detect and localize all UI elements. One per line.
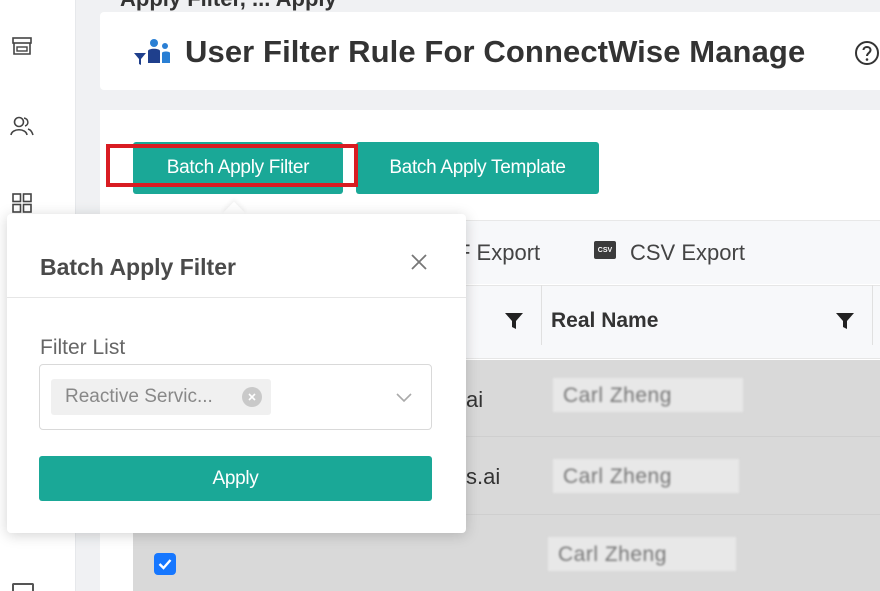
grid-icon[interactable] bbox=[10, 191, 34, 215]
table-cell-real-name: Carl Zheng bbox=[553, 459, 739, 493]
close-icon[interactable] bbox=[408, 251, 430, 273]
csv-export-button[interactable]: CSV Export bbox=[630, 240, 745, 266]
filter-list-label: Filter List bbox=[40, 336, 126, 359]
column-filter-icon[interactable] bbox=[504, 311, 524, 331]
table-cell-real-name: Carl Zheng bbox=[553, 378, 743, 412]
help-icon[interactable] bbox=[854, 40, 880, 66]
clipped-sidebar-icon[interactable] bbox=[12, 583, 34, 591]
real-name-filter-icon[interactable] bbox=[835, 311, 855, 331]
remove-tag-icon[interactable] bbox=[242, 387, 262, 407]
apply-button[interactable]: Apply bbox=[39, 456, 432, 501]
clipped-top-text: Apply Filter, ... Apply bbox=[120, 0, 337, 12]
batch-apply-template-button[interactable]: Batch Apply Template bbox=[356, 142, 599, 194]
popup-divider bbox=[7, 297, 466, 298]
batch-apply-filter-popup: Batch Apply Filter Filter List Reactive … bbox=[7, 214, 466, 533]
column-header-real-name[interactable]: Real Name bbox=[551, 309, 658, 333]
row-checkbox[interactable] bbox=[154, 553, 176, 575]
user-filter-icon bbox=[132, 37, 172, 69]
pdf-export-button[interactable]: F Export bbox=[457, 240, 540, 266]
popup-title: Batch Apply Filter bbox=[40, 254, 236, 280]
store-icon[interactable] bbox=[10, 34, 34, 58]
table-cell-username: s.ai bbox=[466, 464, 501, 489]
selected-filter-tag: Reactive Servic... bbox=[51, 379, 271, 415]
table-cell-username: ai bbox=[466, 387, 484, 412]
csv-icon: CSV bbox=[594, 241, 616, 259]
column-divider bbox=[872, 285, 873, 345]
table-cell-real-name: Carl Zheng bbox=[548, 537, 736, 571]
title-card: User Filter Rule For ConnectWise Manage bbox=[100, 12, 880, 90]
chevron-down-icon[interactable] bbox=[395, 391, 413, 403]
page-title: User Filter Rule For ConnectWise Manage bbox=[185, 34, 806, 69]
column-divider bbox=[541, 285, 542, 345]
users-icon[interactable] bbox=[10, 114, 34, 138]
filter-list-select[interactable]: Reactive Servic... bbox=[39, 364, 432, 430]
selected-filter-tag-label: Reactive Servic... bbox=[65, 386, 213, 407]
highlight-annotation bbox=[106, 144, 358, 187]
